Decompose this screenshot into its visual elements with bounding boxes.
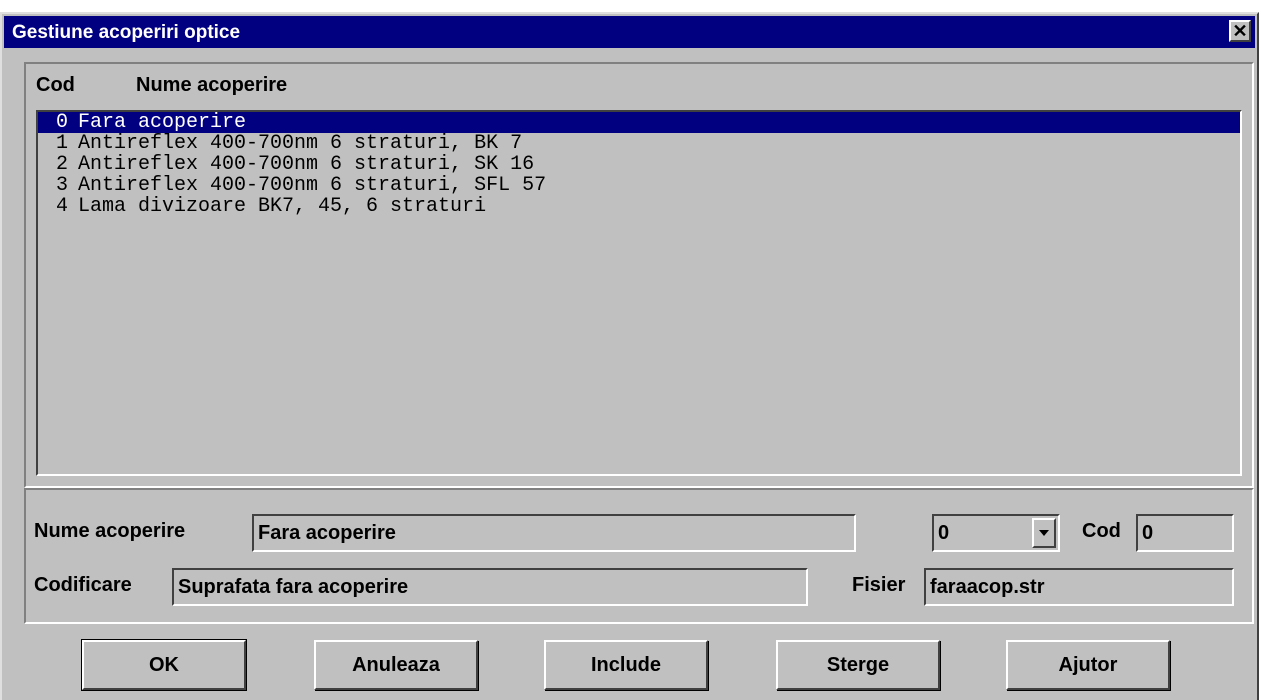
column-header-code: Cod <box>36 74 75 96</box>
list-item-code: 0 <box>55 111 68 134</box>
list-item-name: Lama divizoare BK7, 45, 6 straturi <box>78 195 487 218</box>
list-item-code: 4 <box>55 195 68 218</box>
fisier-label: Fisier <box>852 574 906 596</box>
list-item[interactable]: 3 Antireflex 400-700nm 6 straturi, SFL 57 <box>38 175 1240 196</box>
list-item-code: 1 <box>55 132 68 155</box>
coatings-dialog: Gestiune acoperiri optice ✕ Cod Nume aco… <box>0 12 1259 700</box>
cod-label: Cod <box>1082 520 1121 542</box>
ok-button[interactable]: OK <box>81 639 247 691</box>
title-bar[interactable]: Gestiune acoperiri optice ✕ <box>4 16 1255 48</box>
list-item-code: 3 <box>55 174 68 197</box>
coating-details-group: Nume acoperire Fara acoperire 0 Cod 0 Co… <box>24 488 1254 624</box>
cod-field[interactable]: 0 <box>1136 514 1234 552</box>
nume-acoperire-field[interactable]: Fara acoperire <box>252 514 856 552</box>
cod-combo[interactable]: 0 <box>932 514 1060 552</box>
codificare-field[interactable]: Suprafata fara acoperire <box>172 568 808 606</box>
list-item-name: Fara acoperire <box>78 111 247 134</box>
ajutor-button[interactable]: Ajutor <box>1006 640 1170 690</box>
list-item-code: 2 <box>55 153 68 176</box>
codificare-label: Codificare <box>34 574 132 596</box>
list-item[interactable]: 4 Lama divizoare BK7, 45, 6 straturi <box>38 196 1240 217</box>
coatings-list-group: Cod Nume acoperire 0 Fara acoperire 1 Antir… <box>24 62 1254 488</box>
window-title: Gestiune acoperiri optice <box>12 22 241 43</box>
list-item-name: Antireflex 400-700nm 6 straturi, SFL 57 <box>78 174 547 197</box>
list-item[interactable]: 1 Antireflex 400-700nm 6 straturi, BK 7 <box>38 133 1240 154</box>
column-header-name: Nume acoperire <box>136 74 288 96</box>
list-item[interactable]: 0 Fara acoperire <box>38 112 1240 133</box>
fisier-field[interactable]: faraacop.str <box>924 568 1234 606</box>
list-item[interactable]: 2 Antireflex 400-700nm 6 straturi, SK 16 <box>38 154 1240 175</box>
nume-acoperire-label: Nume acoperire <box>34 520 186 542</box>
sterge-button[interactable]: Sterge <box>776 640 940 690</box>
cod-combo-value: 0 <box>938 522 950 544</box>
close-icon: ✕ <box>1232 21 1248 41</box>
list-item-name: Antireflex 400-700nm 6 straturi, BK 7 <box>78 132 523 155</box>
chevron-down-icon[interactable] <box>1032 518 1056 548</box>
list-item-name: Antireflex 400-700nm 6 straturi, SK 16 <box>78 153 535 176</box>
coatings-listbox[interactable]: 0 Fara acoperire 1 Antireflex 400-700nm 6 s… <box>36 110 1242 476</box>
include-button[interactable]: Include <box>544 640 708 690</box>
anuleaza-button[interactable]: Anuleaza <box>314 640 478 690</box>
close-button[interactable]: ✕ <box>1229 20 1251 42</box>
